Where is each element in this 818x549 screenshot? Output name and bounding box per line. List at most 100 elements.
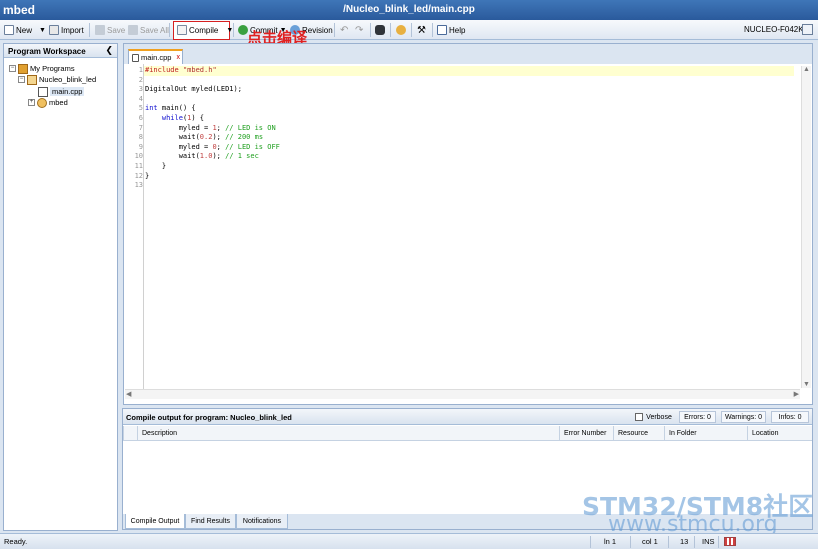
verbose-label: Verbose: [646, 413, 672, 421]
output-header: Compile output for program: Nucleo_blink…: [123, 409, 812, 425]
code-line[interactable]: myled = 0; // LED is OFF: [144, 143, 794, 153]
collapse-panel-icon[interactable]: ❮: [105, 45, 113, 56]
undo-icon: ↶: [340, 24, 349, 36]
code-line[interactable]: }: [144, 172, 794, 182]
code-token: myled =: [145, 142, 213, 151]
column-icon: [123, 426, 137, 441]
scroll-right-icon[interactable]: ▶: [794, 390, 799, 398]
code-token: ) {: [191, 113, 205, 122]
errors-count[interactable]: Errors: 0: [679, 411, 716, 423]
toolbar-divider: [233, 23, 234, 37]
tree-item-my-programs[interactable]: − My Programs: [9, 63, 75, 74]
save-icon: [95, 25, 105, 35]
cpp-file-icon: [132, 53, 139, 62]
target-device-label[interactable]: NUCLEO-F042K6: [744, 25, 808, 34]
scroll-down-icon[interactable]: ▼: [803, 381, 810, 388]
code-line[interactable]: [144, 95, 794, 105]
line-number: 12: [134, 171, 143, 180]
line-number: 4: [138, 94, 143, 103]
tab-label: main.cpp: [141, 53, 172, 62]
tab-find-results[interactable]: Find Results: [185, 514, 236, 529]
line-number: 2: [138, 75, 143, 84]
code-line[interactable]: #include "mbed.h": [144, 66, 794, 76]
code-token: // LED is OFF: [225, 142, 280, 151]
line-number-gutter: 1 2 3 4 5 6 7 8 9 10 11 12 13: [124, 66, 143, 191]
line-indicator: ln 1: [604, 537, 617, 546]
tree-label: main.cpp: [50, 87, 85, 96]
code-token: 1.0: [199, 152, 213, 161]
code-token: );: [212, 152, 226, 161]
code-token: myled =: [145, 123, 213, 132]
code-token: DigitalOut myled(LED1);: [145, 85, 242, 94]
tab-notifications[interactable]: Notifications: [236, 514, 288, 529]
expand-toggle-icon[interactable]: +: [28, 99, 35, 106]
scroll-up-icon[interactable]: ▲: [803, 66, 810, 73]
code-line[interactable]: while(1) {: [144, 114, 794, 124]
checkbox-icon[interactable]: [635, 413, 644, 421]
line-number: 3: [138, 85, 143, 94]
line-number: 6: [138, 113, 143, 122]
status-bar: Ready. ln 1 col 1 13 INS: [0, 533, 818, 549]
save-all-button[interactable]: Save All: [128, 23, 169, 37]
column-error-number[interactable]: Error Number: [559, 426, 614, 441]
format-button[interactable]: [396, 23, 406, 37]
code-line[interactable]: wait(0.2); // 200 ms: [144, 133, 794, 143]
collapse-toggle-icon[interactable]: −: [9, 65, 16, 72]
line-number: 13: [134, 181, 143, 190]
undo-button[interactable]: ↶: [340, 23, 348, 37]
toolbar-divider: [432, 23, 433, 37]
find-button[interactable]: [375, 23, 385, 37]
close-tab-icon[interactable]: x: [176, 54, 180, 61]
redo-button[interactable]: ↷: [355, 23, 363, 37]
column-resource[interactable]: Resource: [613, 426, 665, 441]
column-location[interactable]: Location: [747, 426, 812, 441]
compile-button[interactable]: Compile ▼: [177, 23, 233, 37]
infos-count[interactable]: Infos: 0: [771, 411, 809, 423]
code-line[interactable]: [144, 181, 794, 191]
line-number: 1: [138, 66, 143, 74]
code-line[interactable]: }: [144, 162, 794, 172]
verbose-checkbox[interactable]: Verbose: [629, 411, 678, 423]
column-description[interactable]: Description: [137, 426, 561, 441]
tree-item-mbed[interactable]: + mbed: [28, 97, 68, 108]
collapse-toggle-icon[interactable]: −: [18, 76, 25, 83]
tree-item-program[interactable]: − Nucleo_blink_led: [18, 74, 96, 85]
code-line[interactable]: wait(1.0); // 1 sec: [144, 152, 794, 162]
program-icon: [27, 74, 37, 85]
vertical-scrollbar[interactable]: ▲ ▼: [801, 66, 811, 388]
tree-label: mbed: [49, 98, 68, 107]
help-button[interactable]: Help: [437, 23, 465, 37]
save-button[interactable]: Save: [95, 23, 125, 37]
new-button[interactable]: New ▼: [4, 23, 46, 37]
horizontal-scrollbar[interactable]: ◀ ▶: [125, 389, 800, 399]
code-token: );: [212, 133, 226, 142]
tree-item-main-cpp[interactable]: main.cpp: [38, 86, 85, 97]
warnings-count[interactable]: Warnings: 0: [721, 411, 766, 423]
column-in-folder[interactable]: In Folder: [664, 426, 748, 441]
code-text[interactable]: #include "mbed.h" DigitalOut myled(LED1);…: [144, 66, 794, 191]
scroll-left-icon[interactable]: ◀: [126, 390, 131, 398]
toolbar-divider: [411, 23, 412, 37]
workspace-header: Program Workspace ❮: [4, 44, 117, 58]
toolbar: New ▼ Import Save Save All Compile ▼ Com…: [0, 20, 818, 40]
tab-main-cpp[interactable]: main.cpp x: [128, 49, 183, 64]
chevron-down-icon[interactable]: ▼: [39, 27, 46, 34]
settings-button[interactable]: ⚒: [417, 23, 426, 37]
program-workspace-panel: Program Workspace ❮ − My Programs − Nucl…: [3, 43, 118, 531]
format-code-icon: [396, 25, 406, 35]
code-area[interactable]: 1 2 3 4 5 6 7 8 9 10 11 12 13 #include "mbed.h" Digit…: [124, 64, 812, 404]
tab-compile-output[interactable]: Compile Output: [125, 514, 185, 529]
compile-label: Compile: [189, 25, 219, 35]
code-token: 0.2: [199, 133, 213, 142]
book-icon: [437, 25, 447, 35]
code-token: ;: [216, 142, 226, 151]
code-line[interactable]: int main() {: [144, 104, 794, 114]
device-selector-icon[interactable]: [802, 24, 813, 35]
code-line[interactable]: myled = 1; // LED is ON: [144, 124, 794, 134]
status-divider: [694, 536, 695, 548]
code-line[interactable]: [144, 76, 794, 86]
import-button[interactable]: Import: [49, 23, 84, 37]
language-flag-icon[interactable]: [724, 537, 736, 546]
status-divider: [630, 536, 631, 548]
code-line[interactable]: DigitalOut myled(LED1);: [144, 85, 794, 95]
